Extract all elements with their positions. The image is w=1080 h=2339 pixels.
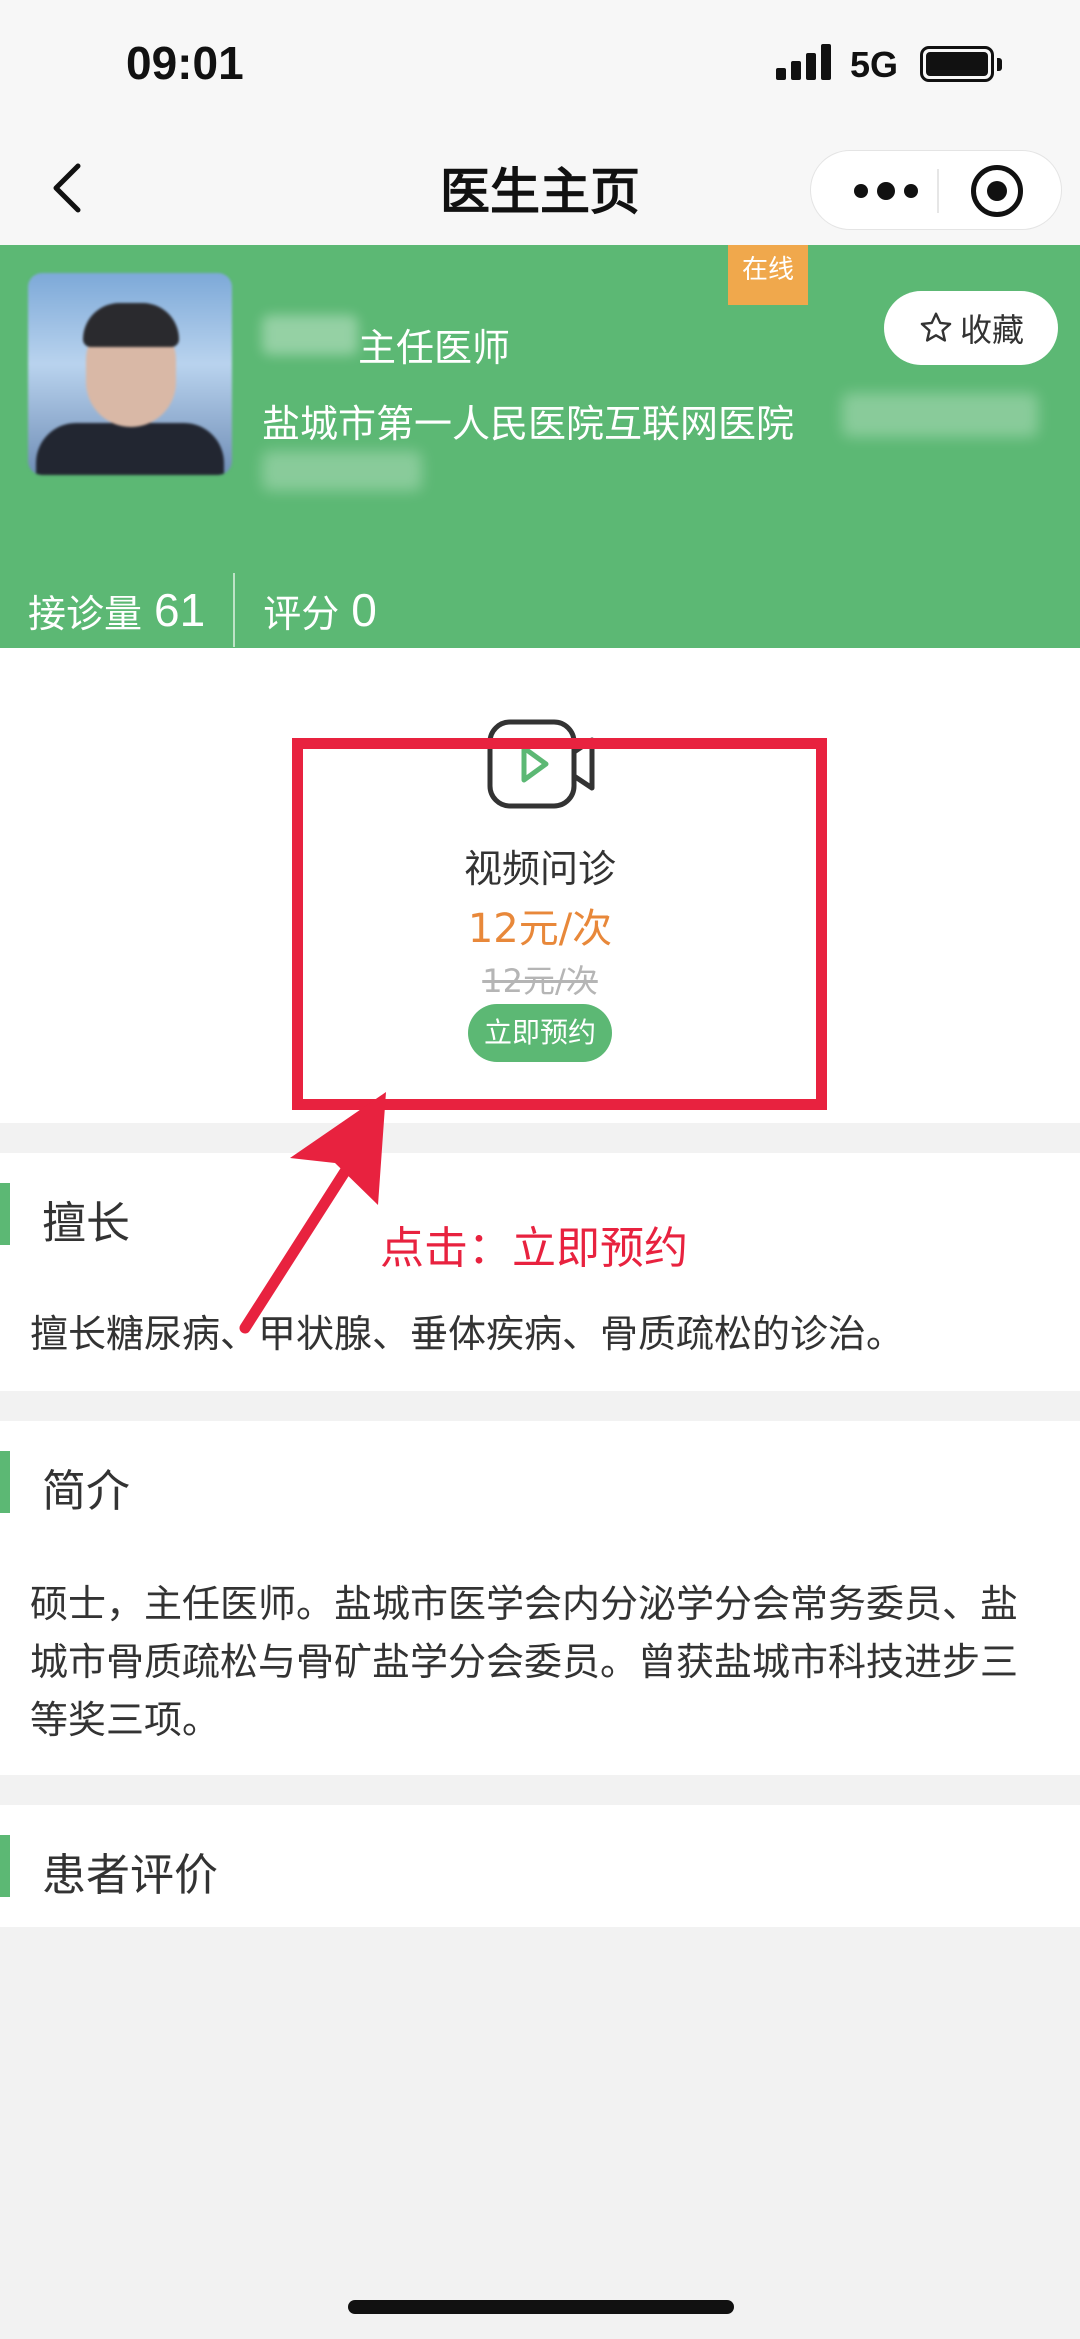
- home-indicator[interactable]: [348, 2300, 734, 2314]
- consult-count-value: 61: [154, 584, 206, 636]
- video-consult-card: 视频问诊 12元/次 12元/次 立即预约: [0, 648, 1080, 1123]
- status-bar: 09:01 5G: [0, 0, 1080, 130]
- department-blurred: [262, 451, 422, 491]
- section-title: 简介: [42, 1466, 130, 1517]
- stats-divider: [233, 573, 236, 647]
- section-accent-bar: [0, 1835, 10, 1897]
- doctor-title: 主任医师: [358, 326, 511, 370]
- rating-label: 评分: [263, 591, 340, 636]
- doctor-stats: 接诊量 61 评分 0: [28, 573, 377, 647]
- close-target-icon[interactable]: [971, 165, 1023, 217]
- section-title: 患者评价: [42, 1850, 218, 1901]
- status-time: 09:01: [126, 37, 244, 89]
- specialty-text: 擅长糖尿病、甲状腺、垂体疾病、骨质疏松的诊治。: [30, 1312, 905, 1356]
- favorite-label: 收藏: [959, 311, 1024, 349]
- doctor-header: 在线 收藏 主任医师 盐城市第一人民医院互联网医院 接诊量 61 评分 0: [0, 245, 1080, 648]
- reviews-section: 患者评价: [0, 1805, 1080, 1927]
- network-label: 5G: [850, 44, 899, 85]
- annotation-highlight-box: [292, 738, 827, 1110]
- nav-bar: 医生主页: [0, 130, 1080, 245]
- annotation-text: 点击：立即预约: [380, 1223, 688, 1274]
- department-blurred: [842, 393, 1038, 437]
- more-dot-icon: [854, 184, 868, 198]
- mini-program-capsule: [810, 150, 1062, 230]
- favorite-button[interactable]: 收藏: [884, 291, 1058, 365]
- section-title: 擅长: [42, 1198, 130, 1249]
- online-status-badge: 在线: [728, 245, 808, 305]
- section-accent-bar: [0, 1183, 10, 1245]
- battery-tip: [997, 58, 1002, 71]
- more-dot-icon: [904, 184, 918, 198]
- battery-icon: [920, 46, 994, 82]
- star-icon: [920, 312, 952, 342]
- hospital-name: 盐城市第一人民医院互联网医院: [262, 402, 795, 446]
- section-accent-bar: [0, 1451, 10, 1513]
- intro-section: 简介 硕士，主任医师。盐城市医学会内分泌学分会常务委员、盐城市骨质疏松与骨矿盐学…: [0, 1421, 1080, 1775]
- capsule-divider: [937, 169, 939, 213]
- more-button[interactable]: [841, 167, 931, 215]
- intro-text: 硕士，主任医师。盐城市医学会内分泌学分会常务委员、盐城市骨质疏松与骨矿盐学分会委…: [30, 1582, 1019, 1742]
- consult-count-label: 接诊量: [28, 591, 143, 636]
- doctor-avatar: [28, 273, 232, 475]
- doctor-name-blurred: [262, 315, 358, 355]
- more-dot-icon: [877, 182, 895, 200]
- signal-icon: [776, 44, 834, 80]
- rating-value: 0: [351, 584, 377, 636]
